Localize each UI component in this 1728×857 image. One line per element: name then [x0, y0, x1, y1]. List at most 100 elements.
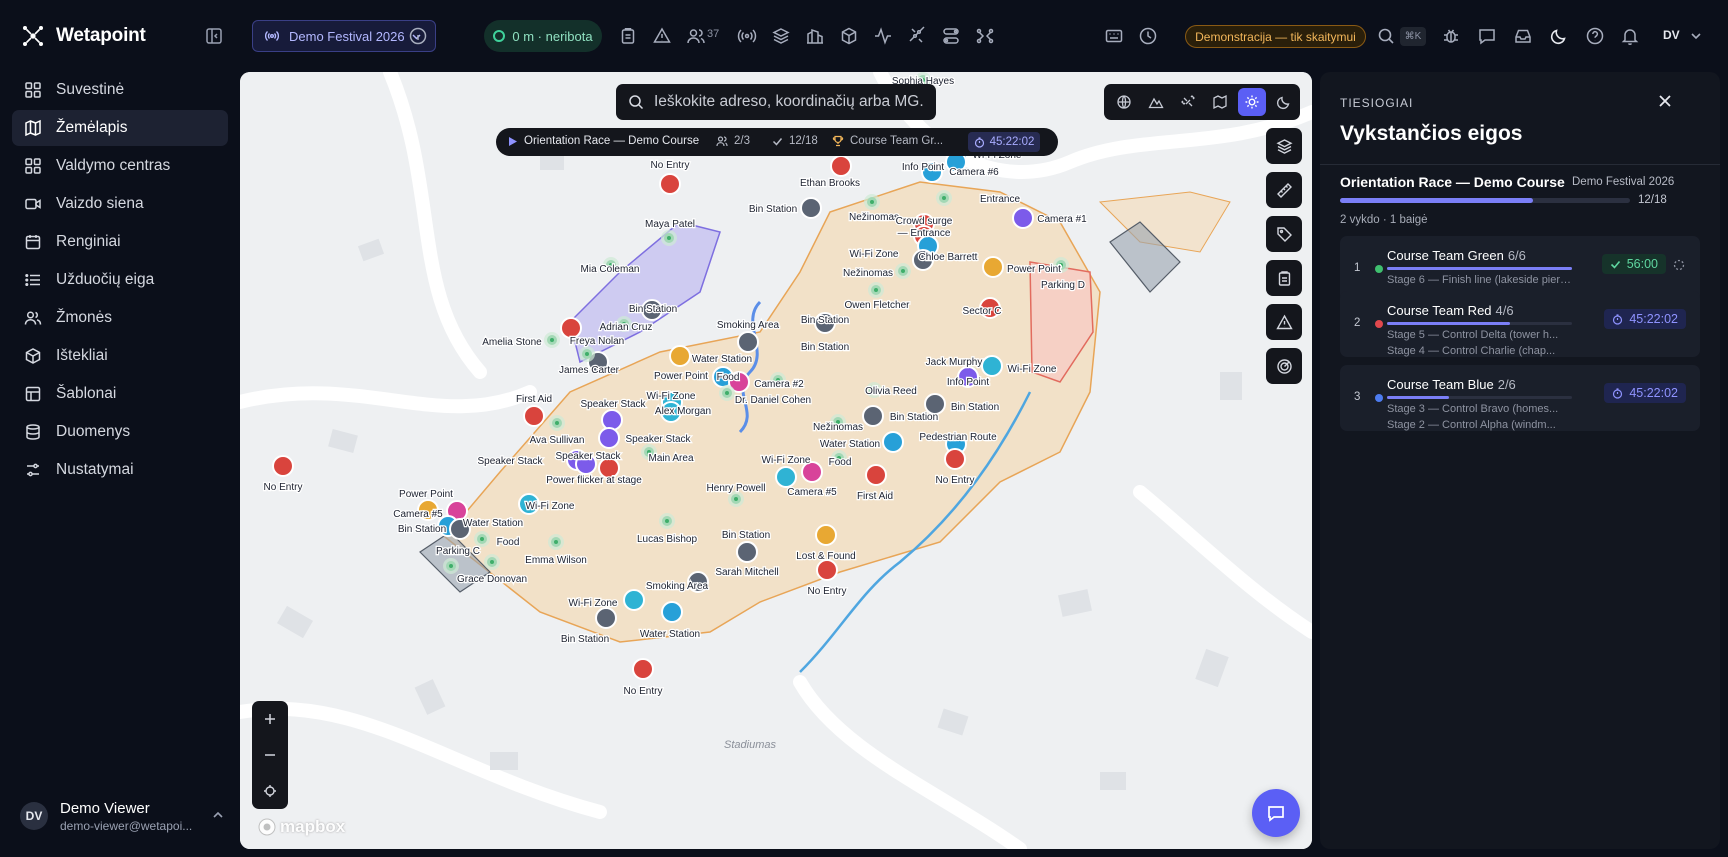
map-marker[interactable] [944, 448, 966, 470]
map-marker[interactable] [661, 230, 677, 246]
map-marker[interactable] [549, 415, 565, 431]
info-icon[interactable] [408, 26, 428, 46]
mapbox-logo[interactable]: mapbox [258, 817, 345, 837]
sidebar-item-renginiai[interactable]: Renginiai [12, 224, 228, 260]
map-marker[interactable] [623, 589, 645, 611]
map-marker[interactable] [1012, 207, 1034, 229]
race-status-bar[interactable]: Orientation Race — Demo Course 2/3 12/18… [496, 128, 1058, 156]
sidebar-item-zemelapis[interactable]: Žemėlapis [12, 110, 228, 146]
map-marker[interactable] [484, 554, 500, 570]
map-marker[interactable] [981, 355, 1003, 377]
people-icon[interactable] [686, 26, 706, 46]
map-marker[interactable] [736, 541, 758, 563]
message-icon[interactable] [1477, 26, 1497, 46]
map-marker[interactable] [815, 524, 837, 546]
map-marker[interactable] [601, 409, 623, 431]
map-marker[interactable] [895, 263, 911, 279]
map-marker[interactable] [544, 332, 560, 348]
sidebar-item-uzduociu-eiga[interactable]: Užduočių eiga [12, 262, 228, 298]
account-initials[interactable]: DV [1663, 28, 1680, 42]
map-marker[interactable] [443, 558, 459, 574]
map-marker[interactable] [936, 190, 952, 206]
style-terrain-button[interactable] [1142, 88, 1170, 116]
team-row[interactable]: 3 Course Team Blue 2/6 Stage 3 — Control … [1340, 365, 1700, 431]
radar-button[interactable] [1266, 348, 1302, 384]
map-marker[interactable] [982, 256, 1004, 278]
map-marker[interactable] [728, 491, 744, 507]
map-marker[interactable] [659, 513, 675, 529]
map-marker[interactable] [924, 393, 946, 415]
map-marker[interactable] [272, 455, 294, 477]
help-icon[interactable] [1585, 26, 1605, 46]
map-marker[interactable] [865, 464, 887, 486]
map-marker[interactable] [830, 155, 852, 177]
map-marker[interactable] [560, 317, 582, 339]
close-icon[interactable] [1656, 92, 1674, 110]
tasks-button[interactable] [1266, 260, 1302, 296]
map-marker[interactable] [474, 531, 490, 547]
style-satellite-button[interactable] [1174, 88, 1202, 116]
clipboard-icon[interactable] [618, 26, 638, 46]
chevron-down-icon[interactable] [1689, 29, 1703, 43]
zoom-out-button[interactable] [252, 737, 288, 773]
sidebar-item-istekliai[interactable]: Ištekliai [12, 338, 228, 374]
style-map-button[interactable] [1206, 88, 1234, 116]
map-marker[interactable] [523, 405, 545, 427]
search-icon[interactable] [1376, 26, 1396, 46]
warning-icon[interactable] [652, 26, 672, 46]
zoom-in-button[interactable] [252, 701, 288, 737]
chat-button[interactable] [1252, 789, 1300, 837]
map-marker[interactable] [800, 197, 822, 219]
map-canvas[interactable]: Stadiumas Sophia Hayes No Entry Ethan Broo… [240, 72, 1312, 849]
map-marker[interactable] [595, 607, 617, 629]
map-marker[interactable] [737, 331, 759, 353]
map-marker[interactable] [632, 658, 654, 680]
brand[interactable]: Wetapoint [22, 22, 146, 50]
route-icon[interactable] [907, 26, 927, 46]
layers-button[interactable] [1266, 128, 1302, 164]
style-dark-button[interactable] [1270, 88, 1298, 116]
race-name[interactable]: Orientation Race — Demo Course [1340, 174, 1565, 190]
map-marker[interactable] [659, 173, 681, 195]
map-search[interactable] [616, 84, 936, 120]
sidebar-item-sablonai[interactable]: Šablonai [12, 376, 228, 412]
bug-icon[interactable] [1441, 26, 1461, 46]
map-marker[interactable] [579, 346, 595, 362]
map-marker[interactable] [548, 534, 564, 550]
workflow-icon[interactable] [941, 26, 961, 46]
cube-icon[interactable] [839, 26, 859, 46]
style-globe-button[interactable] [1110, 88, 1138, 116]
sidebar-item-zmones[interactable]: Žmonės [12, 300, 228, 336]
map-marker[interactable] [661, 601, 683, 623]
sidebar-item-valdymo-centras[interactable]: Valdymo centras [12, 148, 228, 184]
map-marker[interactable] [775, 466, 797, 488]
activity-icon[interactable] [873, 26, 893, 46]
sidebar-item-vaizdo-siena[interactable]: Vaizdo siena [12, 186, 228, 222]
sidebar-item-suvestine[interactable]: Suvestinė [12, 72, 228, 108]
style-light-button[interactable] [1238, 88, 1266, 116]
user-menu[interactable]: DV Demo Viewer demo-viewer@wetapoi... [20, 796, 225, 836]
locate-button[interactable] [252, 773, 288, 809]
sidebar-item-duomenys[interactable]: Duomenys [12, 414, 228, 450]
building-icon[interactable] [805, 26, 825, 46]
incidents-button[interactable] [1266, 304, 1302, 340]
clock-icon[interactable] [1138, 26, 1158, 46]
map-marker[interactable] [868, 282, 884, 298]
map-marker[interactable] [669, 345, 691, 367]
map-marker[interactable] [598, 427, 620, 449]
map-search-input[interactable] [654, 93, 924, 111]
map-marker[interactable] [862, 405, 884, 427]
spinner-icon[interactable] [1672, 258, 1686, 272]
team-row[interactable]: 2 Course Team Red 4/6 Stage 5 — Control D… [1340, 291, 1700, 357]
moon-icon[interactable] [1549, 26, 1569, 46]
map-marker[interactable] [864, 194, 880, 210]
layers-icon[interactable] [771, 26, 791, 46]
tags-button[interactable] [1266, 216, 1302, 252]
broadcast-icon[interactable] [737, 26, 757, 46]
map-marker[interactable] [816, 559, 838, 581]
inbox-icon[interactable] [1513, 26, 1533, 46]
map-basemap[interactable]: Stadiumas Sophia HayesNo EntryEthan Broo… [240, 72, 1312, 849]
bell-icon[interactable] [1620, 26, 1640, 46]
sidebar-collapse-icon[interactable] [204, 26, 224, 46]
keyboard-icon[interactable] [1104, 26, 1124, 46]
